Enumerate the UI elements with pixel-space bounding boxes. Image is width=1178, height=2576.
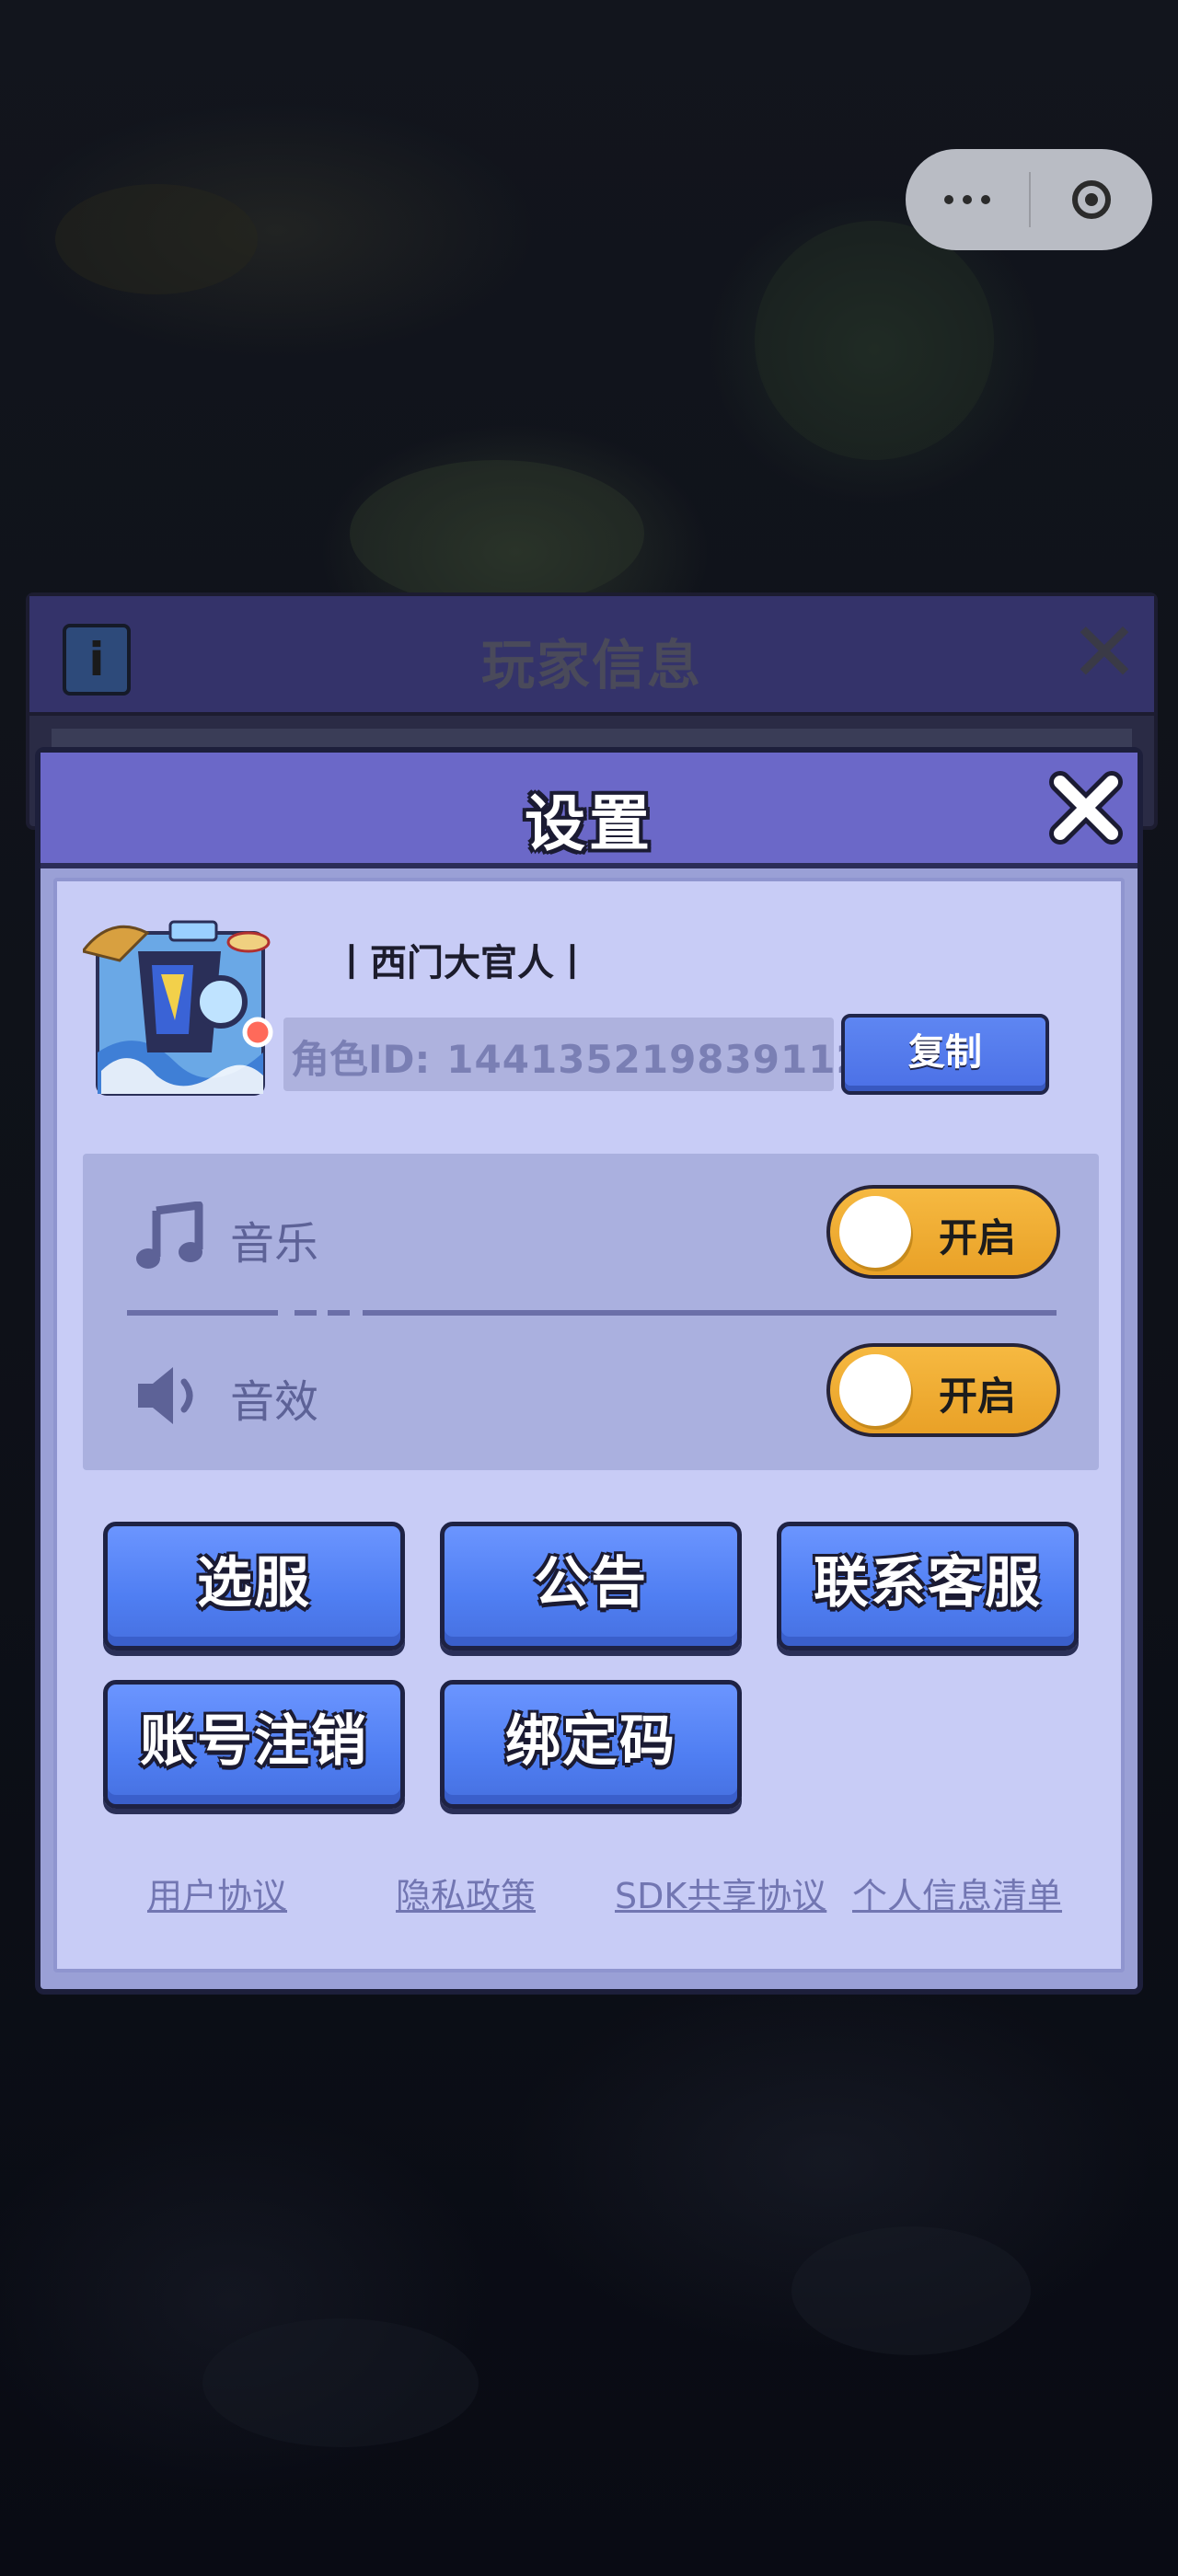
bind-code-button[interactable]: 绑定码 — [440, 1680, 742, 1809]
select-server-button[interactable]: 选服 — [103, 1522, 405, 1650]
music-toggle-label: 开启 — [939, 1215, 1017, 1260]
close-icon: ✕ — [1069, 604, 1139, 701]
toggle-knob — [839, 1354, 911, 1426]
player-nickname: 丨西门大官人丨 — [333, 942, 591, 984]
music-row: 音乐 开启 — [83, 1154, 1099, 1312]
personal-info-list-link[interactable]: 个人信息清单 — [852, 1868, 1062, 1918]
music-toggle[interactable]: 开启 — [826, 1185, 1060, 1279]
role-id-label: 角色ID: — [291, 1037, 431, 1082]
more-options-button[interactable] — [906, 149, 1029, 250]
settings-header: 设置 — [40, 753, 1138, 868]
user-agreement-link[interactable]: 用户协议 — [147, 1868, 287, 1918]
dot-icon — [963, 195, 972, 204]
miniprogram-capsule — [906, 149, 1152, 250]
settings-content: 丨西门大官人丨 角色ID: 144135219839112 复制 音乐 开启 音… — [53, 878, 1125, 1972]
dot-icon — [944, 195, 953, 204]
sound-effect-toggle-label: 开启 — [939, 1374, 1017, 1419]
close-icon — [1049, 771, 1123, 845]
close-miniprogram-button[interactable] — [1031, 149, 1152, 250]
player-info-header: i 玩家信息 ✕ — [29, 596, 1154, 716]
role-id-value: 144135219839112 — [446, 1037, 864, 1082]
background-shadow — [55, 184, 258, 294]
background-shadow — [755, 221, 994, 460]
contact-support-button[interactable]: 联系客服 — [777, 1522, 1079, 1650]
privacy-policy-link[interactable]: 隐私政策 — [396, 1868, 536, 1918]
background-shadow — [202, 2318, 479, 2447]
copy-button[interactable]: 复制 — [841, 1014, 1049, 1095]
dot-icon — [981, 195, 990, 204]
sound-effect-row: 音效 开启 — [83, 1312, 1099, 1470]
role-id-text: 角色ID: 144135219839112 — [291, 1029, 864, 1085]
background-shadow — [350, 460, 644, 607]
footer-links: 用户协议 隐私政策 SDK共享协议 个人信息清单 — [57, 1868, 1121, 1923]
announcement-button[interactable]: 公告 — [440, 1522, 742, 1650]
role-id-row: 角色ID: 144135219839112 — [283, 1018, 863, 1091]
speaker-icon — [138, 1367, 193, 1424]
music-note-icon — [136, 1202, 203, 1269]
cancel-account-button[interactable]: 账号注销 — [103, 1680, 405, 1809]
background-shadow — [791, 2226, 1031, 2355]
audio-settings: 音乐 开启 音效 开启 — [83, 1154, 1099, 1470]
sound-effect-toggle[interactable]: 开启 — [826, 1343, 1060, 1437]
music-label: 音乐 — [230, 1218, 319, 1270]
target-icon — [1072, 180, 1111, 219]
player-info-title: 玩家信息 — [480, 634, 702, 696]
settings-title: 设置 — [525, 788, 653, 859]
sound-effect-label: 音效 — [230, 1376, 319, 1428]
close-button[interactable] — [1047, 769, 1125, 846]
avatar[interactable] — [80, 914, 276, 1103]
settings-dialog: 设置 丨西门大官人丨 角色ID: 144135219839112 复制 音乐 开… — [35, 747, 1143, 1995]
sdk-sharing-link[interactable]: SDK共享协议 — [615, 1868, 826, 1918]
toggle-knob — [839, 1196, 911, 1268]
